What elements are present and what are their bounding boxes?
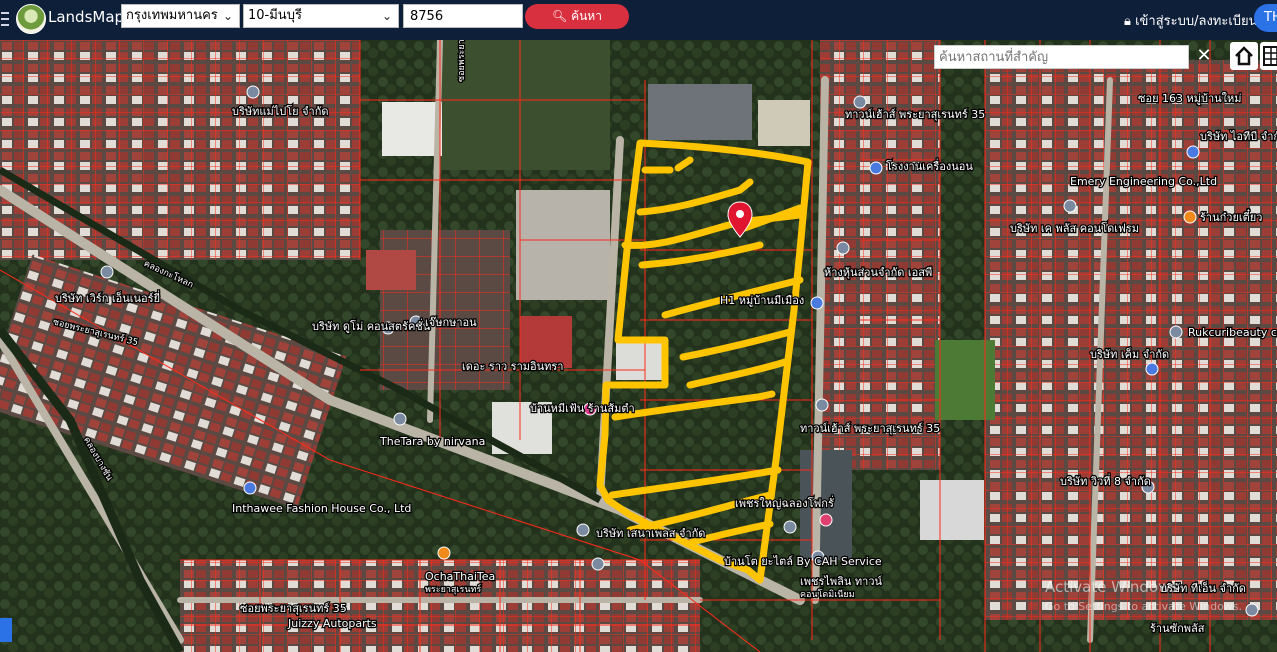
app-logo[interactable] <box>16 4 46 34</box>
poi-marker-icon[interactable] <box>819 513 833 527</box>
map-label: เพชรใหญ่ฉลองโฟกรั่ <box>735 495 834 510</box>
place-search-input[interactable] <box>934 45 1189 69</box>
map-label: ร้านก๋วยเตี๋ยว <box>1200 208 1262 224</box>
province-select[interactable]: กรุงเทพมหานคร ⌄ <box>121 4 240 28</box>
map-label: บริษัท เค พลัส คอนโดเฟรม <box>1010 221 1139 235</box>
map-label: พระยาสุเรนทร์ <box>425 583 481 595</box>
map-label: บ้านโต ยะไตล์ By CAH Service <box>724 554 882 568</box>
satellite-map[interactable]: บริษัทแม่ไปโย จำกัด ซอยพระยาสุเรนทร์ 35 … <box>0 40 1277 652</box>
map-label: Inthawee Fashion House Co., Ltd <box>232 502 411 515</box>
poi-marker-icon[interactable] <box>393 412 407 426</box>
login-link[interactable]: 🔒︎ เข้าสู่ระบบ/ลงทะเบียน <box>1124 10 1258 31</box>
app-name: LandsMaps <box>48 8 132 26</box>
map-label: บริษัท วิวที่ 8 จำกัด <box>1060 473 1151 488</box>
close-icon[interactable]: ✕ <box>1192 43 1216 69</box>
map-label: ซอย 163 หมู่บ้านใหม่ <box>1138 92 1242 105</box>
login-label: เข้าสู่ระบบ/ลงทะเบียน <box>1135 14 1258 29</box>
chevron-down-icon: ⌄ <box>222 9 233 23</box>
poi-marker-icon[interactable] <box>1183 210 1197 224</box>
poi-marker-icon[interactable] <box>1245 603 1259 617</box>
search-button[interactable]: 🔍︎ ค้นหา <box>525 4 629 29</box>
map-label: ทาวน์เฮ้าส์ พระยาสุเรนทร์ 35 <box>800 422 940 435</box>
green-field <box>935 340 995 420</box>
poi-marker-icon[interactable] <box>1169 325 1183 339</box>
poi-marker-icon[interactable] <box>576 523 590 537</box>
map-label: เจ๊ษกษาอน <box>425 316 477 329</box>
poi-marker-icon[interactable] <box>437 546 451 560</box>
map-label: ห้างหุ้นส่วนจำกัด เอสพี <box>824 266 932 279</box>
chevron-down-icon: ⌄ <box>381 9 392 23</box>
poi-marker-icon[interactable] <box>591 557 605 571</box>
map-label: บริษัท เวิร์ก เอ็นเนอร์ยี่ <box>55 290 160 305</box>
poi-marker-icon[interactable] <box>246 85 260 99</box>
map-label: Rukcuribeauty co <box>1188 326 1277 339</box>
map-label: เดอะ ราว รามอินทรา <box>462 360 563 373</box>
top-bar: LandsMaps กรุงเทพมหานคร ⌄ 10-มีนบุรี ⌄ 🔍… <box>0 0 1277 40</box>
map-label: โรงงานเครื่องนอน <box>886 158 973 173</box>
map-label: บริษัท ดูโม่ คอนสตรัคชั่น <box>312 318 431 333</box>
map-label: ซอยพระยาสุเรนทร์ 35 <box>455 40 467 82</box>
activation-watermark-sub: Go to Settings to activate Windows. <box>1045 600 1243 613</box>
poi-marker-icon[interactable] <box>1145 362 1159 376</box>
map-label: ซอยพระยาสุเรนทร์ 35 <box>240 602 347 615</box>
poi-marker-icon[interactable] <box>783 520 797 534</box>
parcel-number-input[interactable] <box>403 4 523 28</box>
map-label: บริษัทแม่ไปโย จำกัด <box>232 104 329 118</box>
map-label: บริษัท เสนาเพลส จำกัด <box>596 527 705 540</box>
menu-icon[interactable] <box>0 8 10 32</box>
poi-marker-icon[interactable] <box>1186 145 1200 159</box>
poi-marker-icon[interactable] <box>815 398 829 412</box>
district-select[interactable]: 10-มีนบุรี ⌄ <box>243 4 399 28</box>
grid-icon <box>1263 46 1277 66</box>
side-panel-toggle[interactable] <box>0 618 12 642</box>
map-label: ร้านซักพลัส <box>1150 622 1205 635</box>
map-label: H1 หมู่บ้านมีเมือง <box>720 294 804 307</box>
map-label: OchaThaiTea <box>425 570 495 583</box>
lock-icon: 🔒︎ <box>1124 14 1131 29</box>
map-label: Juizzy Autoparts <box>287 617 377 630</box>
poi-marker-icon[interactable] <box>853 95 867 109</box>
poi-marker-icon[interactable] <box>836 241 850 255</box>
poi-marker-icon[interactable] <box>810 296 824 310</box>
language-button[interactable]: TH <box>1254 4 1277 32</box>
poi-marker-icon[interactable] <box>243 481 257 495</box>
map-label: คอนโดมิเนียม <box>800 589 855 600</box>
map-label: Emery Engineering Co.,Ltd <box>1070 175 1217 188</box>
poi-marker-icon[interactable] <box>869 161 883 175</box>
map-label: บริษัท ไอทีบี จำกัด <box>1200 130 1277 143</box>
search-icon: 🔍︎ <box>552 9 568 23</box>
province-value: กรุงเทพมหานคร <box>126 8 218 23</box>
district-value: 10-มีนบุรี <box>248 8 302 23</box>
poi-marker-icon[interactable] <box>1063 199 1077 213</box>
home-button[interactable] <box>1230 42 1258 70</box>
map-label: บริษัท เค็ม จำกัด <box>1090 347 1169 361</box>
home-icon <box>1235 46 1253 66</box>
layers-button[interactable] <box>1260 42 1277 70</box>
poi-marker-icon[interactable] <box>100 265 114 279</box>
map-label: เพชรไพลิน ทาวน์ <box>800 575 883 588</box>
map-label: บ้านหมีเฟ้น ร้านส้มตำ <box>530 402 635 415</box>
map-label: TheTara by nirvana <box>379 435 485 448</box>
search-button-label: ค้นหา <box>571 9 602 23</box>
activation-watermark: Activate Windows <box>1045 578 1179 596</box>
map-label: ทาวน์เฮ้าส์ พระยาสุเรนทร์ 35 <box>845 108 985 121</box>
